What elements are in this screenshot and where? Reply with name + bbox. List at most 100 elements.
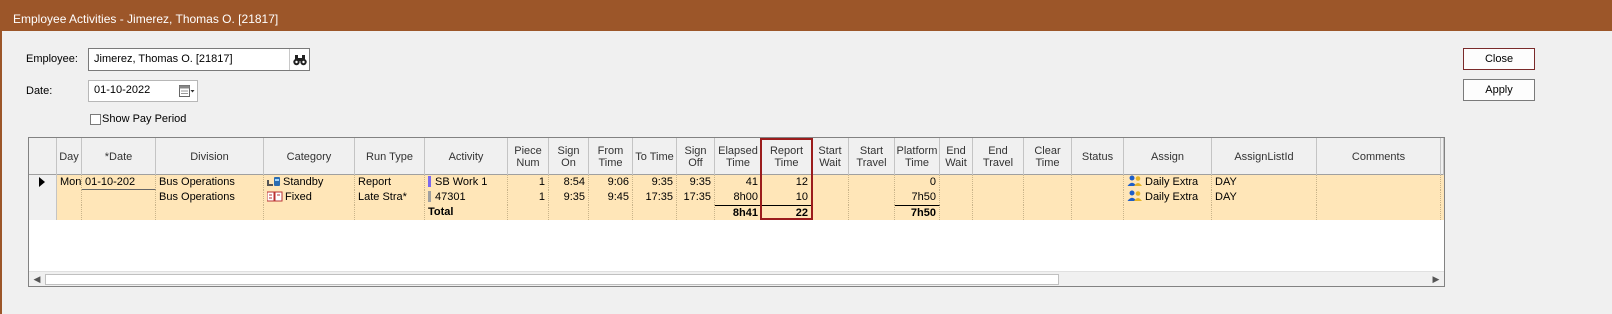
- cell-end-travel: [973, 175, 1024, 190]
- employee-value: Jimerez, Thomas O. [21817]: [94, 53, 233, 65]
- cell-to-time: [633, 205, 677, 220]
- scroll-thumb[interactable]: [45, 274, 1059, 285]
- scroll-right-icon[interactable]: ▶: [1429, 273, 1443, 286]
- column-header-end-wait[interactable]: End Wait: [940, 138, 973, 175]
- column-header-sign-on[interactable]: Sign On: [549, 138, 589, 175]
- cell-text: DAY: [1215, 191, 1237, 203]
- column-header-assign[interactable]: Assign: [1124, 138, 1212, 175]
- cell-text: 41: [745, 176, 758, 188]
- cell-end-wait: [940, 190, 973, 205]
- standby-icon: [267, 176, 281, 190]
- column-header-end-travel[interactable]: End Travel: [973, 138, 1024, 175]
- calendar-icon[interactable]: [179, 84, 195, 98]
- cell-activity: SB Work 1: [425, 175, 508, 190]
- cell-sign-off: 9:35: [677, 175, 715, 190]
- cell-text: 8:54: [563, 176, 585, 188]
- cell-elapsed-time: 8h00: [715, 190, 762, 205]
- column-header-day[interactable]: Day: [57, 138, 82, 175]
- cell-text: Report: [358, 176, 392, 188]
- cell-text: Bus Operations: [159, 176, 235, 188]
- scroll-left-icon[interactable]: ◀: [30, 273, 44, 286]
- cell-text: 9:35: [689, 176, 711, 188]
- cell-comments: [1317, 190, 1441, 205]
- column-header-category[interactable]: Category: [264, 138, 355, 175]
- cell-text: Daily Extra: [1145, 176, 1199, 188]
- column-header-start-travel[interactable]: Start Travel: [849, 138, 895, 175]
- row-selector: [29, 175, 57, 190]
- column-header-piece-num[interactable]: Piece Num: [508, 138, 549, 175]
- apply-button[interactable]: Apply: [1463, 79, 1535, 101]
- fixed-schedule-icon: [266, 191, 283, 205]
- cell-assign: [1124, 205, 1212, 220]
- date-field[interactable]: 01-10-2022: [88, 80, 198, 102]
- column-header-blank: [1441, 138, 1444, 175]
- cell-text: 47301: [435, 191, 466, 203]
- cell-day: Mon: [57, 175, 82, 190]
- cell-day: [57, 190, 82, 205]
- binoculars-icon[interactable]: [292, 52, 308, 68]
- column-header-run-type[interactable]: Run Type: [355, 138, 425, 175]
- table-row[interactable]: Bus Operations Fixed Late Stra* 47301 1 9:35 9…: [29, 190, 1444, 205]
- cell-platform-time: 0: [895, 175, 940, 190]
- cell-platform-time: 7h50: [895, 190, 940, 205]
- table-row[interactable]: Mon 01-10-202 Bus Operations Standby Report S…: [29, 175, 1444, 190]
- grid-cell-spacer: [1441, 190, 1444, 205]
- show-pay-period-checkbox[interactable]: [90, 114, 101, 125]
- column-header-comments[interactable]: Comments: [1317, 138, 1441, 175]
- cell-text: 9:06: [607, 176, 629, 188]
- activities-grid[interactable]: Day *Date Division Category Run Type Activity…: [28, 137, 1445, 287]
- column-header-start-wait[interactable]: Start Wait: [812, 138, 849, 175]
- row-selector: [29, 190, 57, 205]
- column-header-to-time[interactable]: To Time: [633, 138, 677, 175]
- row-pointer-icon: [39, 177, 45, 187]
- cell-text: 1: [538, 191, 545, 203]
- total-row[interactable]: Total 8h41 22 7h50: [29, 205, 1444, 220]
- cell-division: Bus Operations: [156, 190, 264, 205]
- field-separator: [289, 49, 290, 70]
- close-button[interactable]: Close: [1463, 48, 1535, 70]
- column-header-activity[interactable]: Activity: [425, 138, 508, 175]
- grid-header: Day *Date Division Category Run Type Activity…: [29, 138, 1444, 175]
- cell-assign: Daily Extra: [1124, 190, 1212, 205]
- cell-status: [1072, 190, 1124, 205]
- cell-sign-on: 9:35: [549, 190, 589, 205]
- cell-status: [1072, 205, 1124, 220]
- cell-end-travel: [973, 190, 1024, 205]
- column-header-date[interactable]: *Date: [82, 138, 156, 175]
- cell-to-time: 9:35: [633, 175, 677, 190]
- column-header-status[interactable]: Status: [1072, 138, 1124, 175]
- column-header-sign-off[interactable]: Sign Off: [677, 138, 715, 175]
- column-header-platform-time[interactable]: Platform Time: [895, 138, 940, 175]
- employee-field[interactable]: Jimerez, Thomas O. [21817]: [88, 48, 310, 71]
- cell-category: Standby: [264, 175, 355, 190]
- column-header-from-time[interactable]: From Time: [589, 138, 633, 175]
- cell-day: [57, 205, 82, 220]
- cell-text: 8h00: [733, 191, 758, 203]
- cell-from-time: [589, 205, 633, 220]
- column-header-clear-time[interactable]: Clear Time: [1024, 138, 1072, 175]
- column-header-assign-list-id[interactable]: AssignListId: [1212, 138, 1317, 175]
- activity-color-bar: [428, 191, 431, 202]
- cell-clear-time: [1024, 190, 1072, 205]
- cell-division: Bus Operations: [156, 175, 264, 190]
- cell-date: [82, 205, 156, 220]
- cell-sign-on: [549, 205, 589, 220]
- cell-start-wait: [812, 175, 849, 190]
- cell-text: Late Stra*: [358, 191, 407, 203]
- grid-cell-spacer: [1441, 205, 1444, 220]
- cell-text: 9:35: [563, 191, 585, 203]
- horizontal-scrollbar[interactable]: ◀ ▶: [29, 271, 1444, 286]
- cell-sign-on: 8:54: [549, 175, 589, 190]
- cell-run-type: Late Stra*: [355, 190, 425, 205]
- cell-category: [264, 205, 355, 220]
- column-header-blank: [29, 138, 57, 175]
- cell-text: 9:45: [607, 191, 629, 203]
- cell-text: Fixed: [285, 191, 312, 203]
- row-selector: [29, 205, 57, 220]
- column-header-elapsed-time[interactable]: Elapsed Time: [715, 138, 762, 175]
- cell-category: Fixed: [264, 190, 355, 205]
- cell-date: 01-10-202: [82, 175, 156, 190]
- cell-elapsed-time: 41: [715, 175, 762, 190]
- show-pay-period-label[interactable]: Show Pay Period: [102, 113, 186, 125]
- column-header-division[interactable]: Division: [156, 138, 264, 175]
